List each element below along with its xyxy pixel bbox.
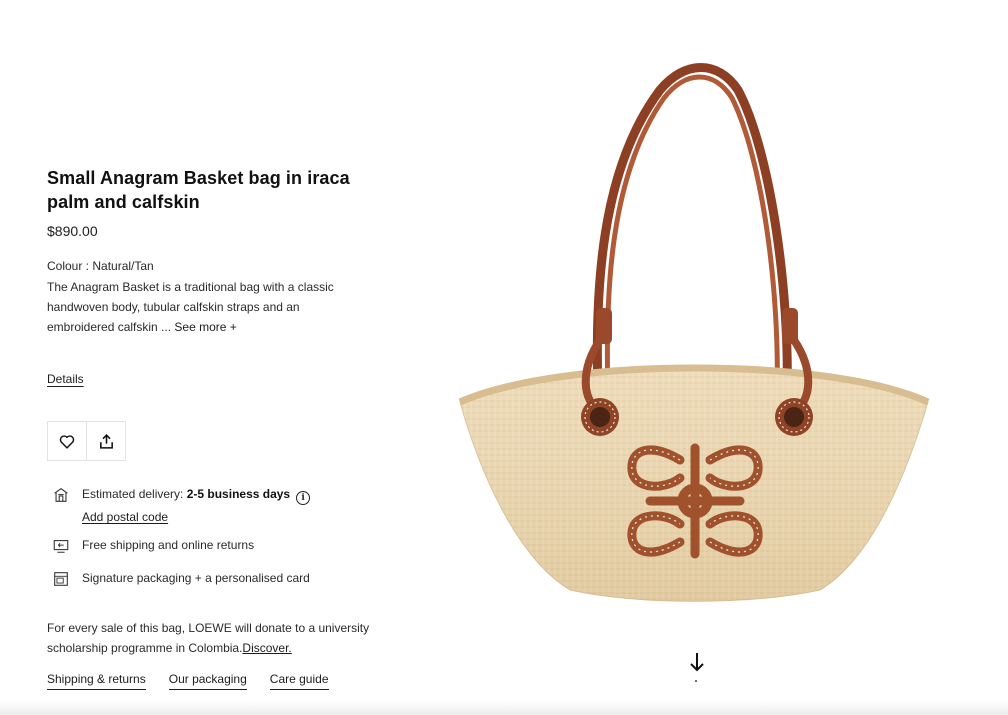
delivery-label: Estimated delivery: bbox=[82, 487, 187, 501]
gift-box-icon bbox=[54, 572, 68, 586]
wishlist-button[interactable] bbox=[48, 422, 86, 460]
packaging-text: Signature packaging + a personalised car… bbox=[82, 571, 310, 585]
packaging-row: Signature packaging + a personalised car… bbox=[47, 571, 310, 588]
see-more-link[interactable]: See more + bbox=[174, 320, 236, 334]
discover-link[interactable]: Discover. bbox=[242, 641, 291, 655]
our-packaging-link[interactable]: Our packaging bbox=[168, 672, 247, 690]
bottom-fade bbox=[0, 701, 1008, 715]
delivery-value: 2-5 business days bbox=[186, 487, 291, 501]
returns-icon bbox=[53, 540, 69, 553]
shipping-text: Free shipping and online returns bbox=[82, 538, 255, 552]
action-buttons bbox=[47, 421, 126, 461]
carousel-indicator bbox=[695, 680, 697, 682]
scroll-down-arrow-icon[interactable] bbox=[687, 650, 707, 674]
heart-icon bbox=[59, 434, 75, 449]
product-image bbox=[458, 63, 930, 602]
product-price: $890.00 bbox=[47, 223, 98, 239]
add-postal-code-link[interactable]: Add postal code bbox=[82, 510, 310, 524]
info-links: Shipping & returns Our packaging Care gu… bbox=[47, 672, 329, 690]
info-icon[interactable]: i bbox=[296, 491, 311, 505]
donation-note: For every sale of this bag, LOEWE will d… bbox=[47, 618, 377, 658]
care-guide-link[interactable]: Care guide bbox=[269, 672, 329, 690]
product-colour: Colour : Natural/Tan bbox=[47, 259, 154, 273]
product-title: Small Anagram Basket bag in iraca palm a… bbox=[47, 168, 350, 212]
store-icon bbox=[54, 488, 68, 502]
product-description: The Anagram Basket is a traditional bag … bbox=[47, 277, 347, 337]
details-link[interactable]: Details bbox=[47, 372, 84, 386]
donation-text: For every sale of this bag, LOEWE will d… bbox=[47, 621, 370, 655]
delivery-row: Estimated delivery: 2-5 business days i A… bbox=[47, 487, 311, 524]
shipping-row: Free shipping and online returns bbox=[47, 538, 254, 555]
share-button[interactable] bbox=[86, 422, 125, 460]
shipping-returns-link[interactable]: Shipping & returns bbox=[47, 672, 146, 690]
share-icon bbox=[99, 433, 113, 449]
